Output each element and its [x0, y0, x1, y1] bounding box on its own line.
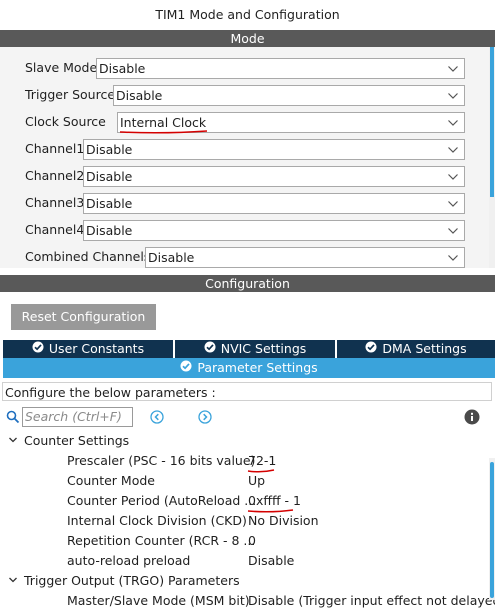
configure-hint: Configure the below parameters : — [2, 382, 492, 401]
param-name-auto-reload-preload: auto-reload preload — [67, 553, 191, 568]
group-title: Counter Settings — [24, 433, 130, 448]
param-name-master-slave-mode-msm-bit: Master/Slave Mode (MSM bit) — [67, 593, 250, 608]
mode-section-header: Mode — [0, 30, 495, 47]
slave-mode-select[interactable]: Disable — [96, 58, 465, 79]
channel3-label: Channel3 — [25, 195, 85, 210]
nav-prev-icon[interactable] — [150, 410, 164, 427]
param-name-counter-mode: Counter Mode — [67, 473, 155, 488]
tab-parameter-settings[interactable]: Parameter Settings — [3, 358, 495, 378]
select-value: Disable — [148, 250, 195, 265]
group-title: Trigger Output (TRGO) Parameters — [24, 573, 240, 588]
param-name-prescaler-psc-16-bits-value: Prescaler (PSC - 16 bits value) — [67, 453, 256, 468]
tab-label: NVIC Settings — [220, 341, 307, 356]
nav-next-icon[interactable] — [198, 410, 212, 427]
channel4-select[interactable]: Disable — [83, 220, 465, 241]
annotation-underline — [247, 509, 294, 513]
trigger-source-select[interactable]: Disable — [113, 85, 465, 106]
select-value: Disable — [86, 142, 133, 157]
channel2-select[interactable]: Disable — [83, 166, 465, 187]
param-value-auto-reload-preload[interactable]: Disable — [248, 551, 294, 571]
tab-nvic-settings[interactable]: NVIC Settings — [175, 340, 335, 358]
clock-source-label: Clock Source — [25, 114, 106, 129]
annotation-underline — [119, 130, 208, 134]
annotation-underline — [247, 469, 275, 473]
tab-dma-settings[interactable]: DMA Settings — [337, 340, 495, 358]
caret-down-icon — [8, 431, 20, 451]
panel-title: TIM1 Mode and Configuration — [0, 0, 495, 30]
select-value: Disable — [116, 88, 163, 103]
param-name-internal-clock-division-ckd: Internal Clock Division (CKD) — [67, 513, 247, 528]
mode-scrollbar[interactable] — [489, 47, 495, 268]
mode-scrollbar-thumb[interactable] — [490, 47, 494, 197]
slave-mode-label: Slave Mode — [25, 60, 98, 75]
group-trigger-output[interactable]: Trigger Output (TRGO) Parameters — [8, 571, 240, 591]
reset-configuration-button[interactable]: Reset Configuration — [11, 304, 156, 330]
channel1-select[interactable]: Disable — [83, 139, 465, 160]
channel2-label: Channel2 — [25, 168, 85, 183]
channel4-label: Channel4 — [25, 222, 85, 237]
check-circle-icon — [365, 340, 377, 358]
combined-channels-label: Combined Channels — [25, 249, 151, 264]
trigger-source-label: Trigger Source — [25, 87, 116, 102]
param-value-repetition-counter-rcr-8[interactable]: 0 — [248, 531, 256, 551]
check-circle-icon — [204, 340, 216, 358]
select-value: Disable — [86, 196, 133, 211]
search-input[interactable]: Search (Ctrl+F) — [22, 407, 133, 427]
param-value-master-slave-mode-msm-bit[interactable]: Disable (Trigger input effect not delaye… — [248, 591, 495, 611]
info-icon[interactable] — [464, 409, 480, 428]
parameters-scrollbar-thumb[interactable] — [490, 462, 494, 598]
check-circle-icon — [32, 340, 44, 358]
channel3-select[interactable]: Disable — [83, 193, 465, 214]
tab-label: DMA Settings — [382, 341, 467, 356]
combined-channels-select[interactable]: Disable — [145, 247, 465, 268]
select-value: Disable — [86, 169, 133, 184]
param-name-counter-period-autoreload: Counter Period (AutoReload ... — [67, 493, 257, 508]
param-value-counter-mode[interactable]: Up — [248, 471, 265, 491]
channel1-label: Channel1 — [25, 141, 85, 156]
tab-user-constants[interactable]: User Constants — [3, 340, 173, 358]
check-circle-icon — [180, 358, 192, 378]
group-counter-settings[interactable]: Counter Settings — [8, 431, 129, 451]
mode-panel: Slave Mode Disable Trigger Source Disable Cl… — [0, 47, 495, 268]
tab-label: User Constants — [48, 341, 145, 356]
param-value-internal-clock-division-ckd[interactable]: No Division — [248, 511, 319, 531]
tab-label: Parameter Settings — [197, 360, 318, 375]
param-name-repetition-counter-rcr-8: Repetition Counter (RCR - 8 ... — [67, 533, 256, 548]
select-value: Disable — [86, 223, 133, 238]
search-icon — [6, 410, 20, 427]
parameters-scrollbar[interactable] — [489, 458, 495, 600]
select-value: Disable — [99, 61, 146, 76]
caret-down-icon — [8, 571, 20, 591]
configuration-section-header: Configuration — [0, 275, 495, 292]
